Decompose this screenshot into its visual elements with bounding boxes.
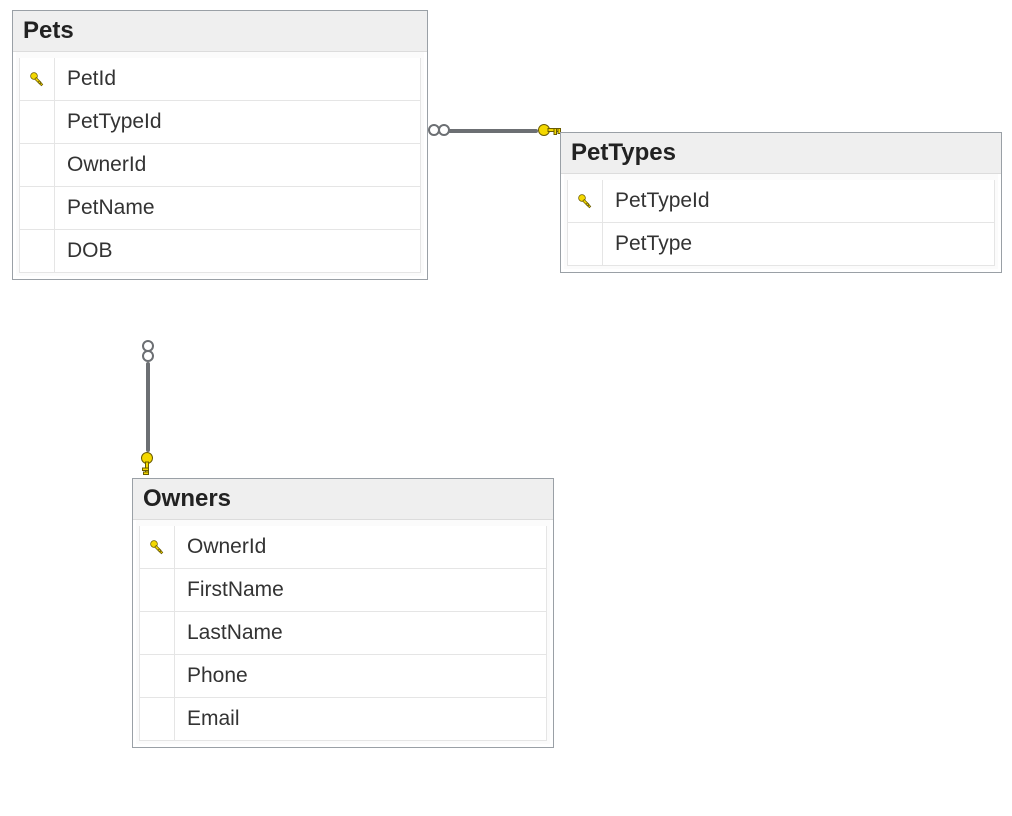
table-title: PetTypes bbox=[561, 133, 1001, 174]
key-cell-empty bbox=[140, 612, 175, 654]
key-cell-empty bbox=[20, 144, 55, 186]
column-name: Email bbox=[175, 698, 546, 740]
table-owners[interactable]: Owners OwnerId FirstName LastName bbox=[132, 478, 554, 748]
relationship-end-key-icon bbox=[536, 118, 562, 142]
table-row[interactable]: PetType bbox=[568, 223, 994, 265]
column-name: OwnerId bbox=[55, 144, 420, 186]
column-name: FirstName bbox=[175, 569, 546, 611]
column-name: PetTypeId bbox=[603, 180, 994, 222]
table-row[interactable]: LastName bbox=[140, 612, 546, 655]
key-cell-empty bbox=[20, 187, 55, 229]
table-row[interactable]: PetTypeId bbox=[20, 101, 420, 144]
relationship-line-pets-pettypes bbox=[448, 129, 538, 133]
table-columns: PetTypeId PetType bbox=[567, 180, 995, 266]
key-cell-empty bbox=[20, 101, 55, 143]
relationship-end-many-icon bbox=[428, 120, 450, 140]
column-name: DOB bbox=[55, 230, 420, 272]
table-row[interactable]: PetId bbox=[20, 58, 420, 101]
relationship-end-many-icon bbox=[138, 340, 158, 362]
column-name: PetId bbox=[55, 58, 420, 100]
table-row[interactable]: PetTypeId bbox=[568, 180, 994, 223]
column-name: PetName bbox=[55, 187, 420, 229]
table-title: Owners bbox=[133, 479, 553, 520]
key-cell-empty bbox=[20, 230, 55, 272]
table-row[interactable]: Phone bbox=[140, 655, 546, 698]
table-row[interactable]: DOB bbox=[20, 230, 420, 272]
table-row[interactable]: OwnerId bbox=[140, 526, 546, 569]
column-name: LastName bbox=[175, 612, 546, 654]
column-name: PetTypeId bbox=[55, 101, 420, 143]
key-cell-empty bbox=[140, 698, 175, 740]
primary-key-icon bbox=[568, 180, 603, 222]
primary-key-icon bbox=[20, 58, 55, 100]
table-columns: PetId PetTypeId OwnerId PetName DOB bbox=[19, 58, 421, 273]
diagram-canvas: { "tables": { "pets": { "title": "Pets",… bbox=[0, 0, 1012, 816]
table-row[interactable]: FirstName bbox=[140, 569, 546, 612]
table-title: Pets bbox=[13, 11, 427, 52]
key-cell-empty bbox=[140, 655, 175, 697]
primary-key-icon bbox=[140, 526, 175, 568]
table-pettypes[interactable]: PetTypes PetTypeId PetType bbox=[560, 132, 1002, 273]
table-pets[interactable]: Pets PetId PetTypeId OwnerId bbox=[12, 10, 428, 280]
relationship-line-pets-owners bbox=[146, 362, 150, 452]
column-name: Phone bbox=[175, 655, 546, 697]
key-cell-empty bbox=[140, 569, 175, 611]
relationship-end-key-icon bbox=[134, 450, 160, 476]
table-row[interactable]: PetName bbox=[20, 187, 420, 230]
table-row[interactable]: Email bbox=[140, 698, 546, 740]
column-name: OwnerId bbox=[175, 526, 546, 568]
key-cell-empty bbox=[568, 223, 603, 265]
column-name: PetType bbox=[603, 223, 994, 265]
table-row[interactable]: OwnerId bbox=[20, 144, 420, 187]
table-columns: OwnerId FirstName LastName Phone Email bbox=[139, 526, 547, 741]
